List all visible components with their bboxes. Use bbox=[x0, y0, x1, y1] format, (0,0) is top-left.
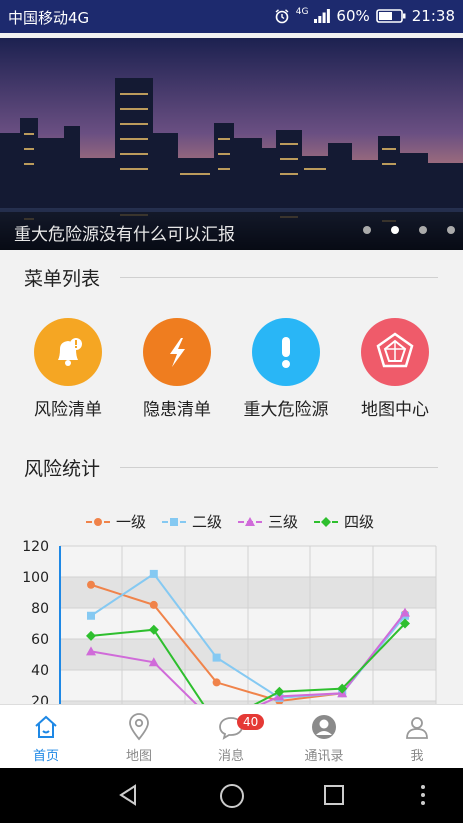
section-divider bbox=[120, 277, 438, 278]
banner-caption: 重大危险源没有什么可以汇报 bbox=[0, 212, 463, 250]
tab-label: 地图 bbox=[125, 749, 152, 764]
bottom-tab-bar: 首页 地图 40 消息 通讯录 我 bbox=[0, 704, 463, 769]
banner-carousel[interactable]: 重大危险源没有什么可以汇报 bbox=[0, 38, 463, 250]
tab-label: 消息 bbox=[217, 749, 244, 764]
stats-section-title: 风险统计 bbox=[24, 458, 101, 480]
carousel-dots bbox=[363, 226, 455, 234]
tab-home[interactable]: 首页 bbox=[0, 713, 92, 764]
data-point bbox=[87, 611, 95, 620]
alarm-icon bbox=[275, 9, 289, 24]
legend-marker bbox=[321, 517, 331, 527]
legend-item[interactable]: 二级 bbox=[162, 513, 222, 531]
data-point bbox=[149, 600, 158, 609]
carousel-dot[interactable] bbox=[363, 226, 371, 234]
system-nav-bar bbox=[0, 768, 463, 823]
menu-item-label: 隐患清单 bbox=[143, 400, 211, 420]
user-icon bbox=[371, 713, 463, 741]
data-point bbox=[87, 580, 95, 589]
data-point bbox=[212, 678, 221, 687]
chat-bubble-icon bbox=[185, 713, 277, 741]
network-type: 4G bbox=[295, 7, 309, 17]
y-tick-label: 40 bbox=[31, 663, 49, 679]
battery-icon bbox=[375, 9, 406, 23]
carousel-dot[interactable] bbox=[447, 226, 455, 234]
menu-item-label: 重大危险源 bbox=[243, 400, 329, 420]
map-pin-icon bbox=[93, 713, 185, 741]
legend-marker bbox=[94, 518, 102, 526]
legend-marker bbox=[170, 518, 178, 526]
legend-item[interactable]: 三级 bbox=[238, 513, 298, 531]
chart-svg: 12010080604020一级 二级 三级 四级 bbox=[22, 513, 437, 705]
carrier-label: 中国移动4G bbox=[8, 9, 90, 27]
menu-item-label: 风险清单 bbox=[34, 400, 102, 420]
y-tick-label: 80 bbox=[31, 601, 49, 617]
menu-section-title: 菜单列表 bbox=[24, 268, 101, 290]
risk-line-chart: 120 100 80 60 40 20 一级 二级 三级 四级 bbox=[0, 505, 463, 705]
banner-caption-text: 重大危险源没有什么可以汇报 bbox=[14, 225, 235, 245]
legend-marker bbox=[245, 517, 255, 526]
more-vertical-icon[interactable] bbox=[418, 784, 428, 806]
message-badge: 40 bbox=[237, 714, 265, 730]
data-point bbox=[149, 569, 158, 578]
lightning-icon bbox=[143, 318, 211, 386]
status-bar: 中国移动4G 4G 60% 21:38 bbox=[0, 0, 463, 33]
clock: 21:38 bbox=[411, 7, 455, 25]
section-divider bbox=[120, 467, 438, 468]
tab-label: 首页 bbox=[32, 749, 59, 764]
tab-contacts[interactable]: 通讯录 bbox=[278, 713, 370, 764]
tab-label: 我 bbox=[410, 749, 424, 764]
y-tick-label: 60 bbox=[31, 632, 49, 648]
menu-item-label: 地图中心 bbox=[361, 400, 429, 420]
bell-alert-icon bbox=[34, 318, 102, 386]
menu-item-map-center[interactable]: 地图中心 bbox=[340, 318, 450, 420]
pentagon-map-icon bbox=[361, 318, 429, 386]
home-circle-icon[interactable] bbox=[219, 783, 245, 809]
tab-me[interactable]: 我 bbox=[371, 713, 463, 764]
legend-item[interactable]: 四级 bbox=[314, 513, 374, 531]
data-point bbox=[212, 653, 221, 662]
legend-item[interactable]: 一级 bbox=[86, 513, 146, 531]
legend-label: 一级 bbox=[116, 513, 146, 531]
legend-label: 四级 bbox=[344, 513, 374, 531]
battery-percent: 60% bbox=[336, 7, 370, 25]
menu-item-risk-list[interactable]: 风险清单 bbox=[13, 318, 123, 420]
menu-item-hazard-list[interactable]: 隐患清单 bbox=[122, 318, 232, 420]
legend-label: 三级 bbox=[268, 513, 298, 531]
back-icon[interactable] bbox=[117, 783, 141, 807]
carousel-dot-active[interactable] bbox=[391, 226, 399, 234]
signal-icon bbox=[314, 9, 331, 23]
home-icon bbox=[0, 713, 92, 741]
legend-label: 二级 bbox=[192, 513, 222, 531]
tab-label: 通讯录 bbox=[304, 749, 344, 764]
status-right: 4G 60% 21:38 bbox=[274, 7, 455, 25]
contacts-icon bbox=[278, 713, 370, 741]
y-tick-label: 120 bbox=[22, 539, 49, 555]
menu-item-major-hazard[interactable]: 重大危险源 bbox=[231, 318, 341, 420]
recents-square-icon[interactable] bbox=[323, 784, 345, 806]
tab-map[interactable]: 地图 bbox=[93, 713, 185, 764]
carousel-dot[interactable] bbox=[419, 226, 427, 234]
exclamation-icon bbox=[252, 318, 320, 386]
tab-messages[interactable]: 40 消息 bbox=[185, 713, 277, 764]
y-tick-label: 100 bbox=[22, 570, 49, 586]
